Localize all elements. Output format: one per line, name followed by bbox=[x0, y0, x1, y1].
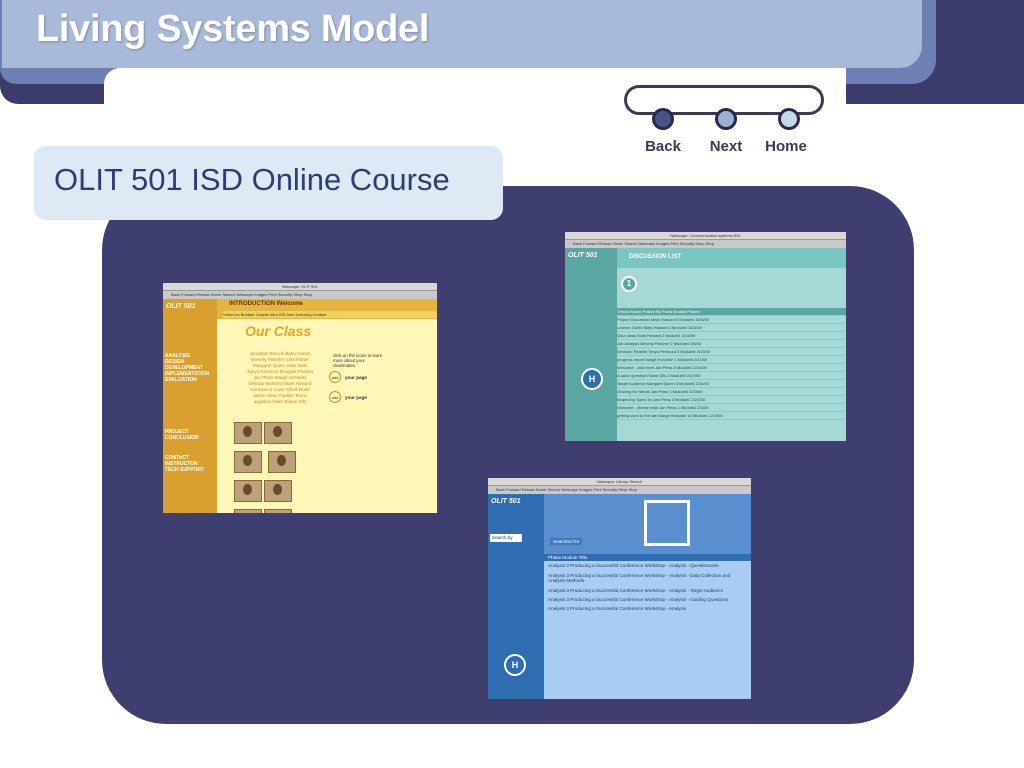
our-class-heading: Our Class bbox=[245, 323, 312, 339]
add-icon: add bbox=[329, 371, 341, 383]
table-row: Job Analysis Beverly Fletcher 2 Module4 … bbox=[617, 340, 846, 348]
table-row: Target Audience Margaret Quinn 5 Module5… bbox=[617, 380, 846, 388]
table-row: Project Discussion Mark Howard 5 Module4… bbox=[617, 316, 846, 324]
list-item: Analysis 3 Producing a Successful Confer… bbox=[548, 572, 731, 584]
home-button[interactable] bbox=[778, 108, 800, 130]
searched-for-label: Searched for bbox=[550, 538, 583, 545]
table-row: Welcome - please read Jan Pless 1 Module… bbox=[617, 404, 846, 412]
back-button[interactable] bbox=[652, 108, 674, 130]
click-note: click on the icons to learn more about y… bbox=[333, 353, 383, 368]
home-label[interactable]: Home bbox=[756, 138, 816, 155]
course-tabs: Video Ice Breaker Course Intro ISD Intro… bbox=[223, 311, 437, 318]
course-page-screenshot: Netscape: OLIT 501 Back Forward Reload H… bbox=[163, 283, 437, 513]
discussion-list-screenshot: Netscape: Communication systems 501 Back… bbox=[565, 232, 846, 441]
your-page-label-2: your page bbox=[345, 395, 367, 400]
help-icon: H bbox=[581, 368, 603, 390]
your-page-label: your page bbox=[345, 375, 367, 380]
course-header-text: INTRODUCTION Welcome bbox=[229, 301, 303, 307]
classmate-photos bbox=[233, 421, 321, 513]
table-row: Quiz Ideas Mark Howard 2 Module1 3/15/00 bbox=[617, 332, 846, 340]
window-title-bar: Netscape: Communication systems 501 bbox=[565, 232, 846, 240]
list-item: Analysis 3 Producing a Successful Confer… bbox=[548, 587, 723, 593]
library-search-screenshot: Netscape: Library Search Back Forward Re… bbox=[488, 478, 751, 699]
add-icon-2: add bbox=[329, 391, 341, 403]
menu-tech-support: TECH SUPPORT bbox=[165, 467, 205, 473]
table-row: A quick question Elaine Dils 2 Module5 2… bbox=[617, 372, 846, 380]
library-sidebar: OLIT 501 Search by H bbox=[488, 494, 544, 699]
list-item: Analysis 3 Producing a Successful Confer… bbox=[548, 606, 687, 612]
list-item: Analysis 3 Producing a Successful Confer… bbox=[548, 597, 728, 603]
window-title-bar: Netscape: OLIT 501 bbox=[163, 283, 437, 291]
step-one-icon: 1 bbox=[621, 276, 637, 292]
library-logo bbox=[644, 500, 690, 546]
discussion-banner: DISCUSSION LIST bbox=[617, 248, 846, 268]
results-header: Phase Module Title bbox=[544, 554, 751, 562]
help-icon: H bbox=[504, 654, 526, 676]
table-row: Decision Related Tanya Pendoza 3 Module4… bbox=[617, 348, 846, 356]
library-results: Phase Module Title Analysis 3 Producing a… bbox=[544, 554, 751, 699]
list-item: Analysis 3 Producing a Successful Confer… bbox=[548, 563, 719, 569]
next-label[interactable]: Next bbox=[696, 138, 756, 155]
discussion-heading: DISCUSSION LIST bbox=[629, 254, 682, 260]
table-row: Learner Guide Mark Howard 4 Module4 3/24… bbox=[617, 324, 846, 332]
back-label[interactable]: Back bbox=[633, 138, 693, 155]
discussion-table-header: Thread Name Posted By Posts Module Poste… bbox=[617, 308, 846, 316]
table-row: progress report Margit Horowitz 1 Module… bbox=[617, 356, 846, 364]
communication-sidebar: OLIT 501 H bbox=[565, 248, 617, 441]
olit-logo: OLIT 501 bbox=[166, 303, 196, 310]
olit-logo: OLIT 501 bbox=[568, 252, 598, 259]
search-by-label: Search by bbox=[490, 534, 522, 542]
next-button[interactable] bbox=[715, 108, 737, 130]
course-sidebar: OLIT 501 ANALYSIS DESIGN DEVELOPMENT IMP… bbox=[163, 299, 217, 513]
classmate-names: Jonathan Borcok Betty Harvin Beverly Flet… bbox=[246, 351, 314, 404]
slide-subtitle: OLIT 501 ISD Online Course bbox=[54, 162, 450, 197]
table-row: Grading for Needs Jan Pless 1 Module5 3/… bbox=[617, 388, 846, 396]
library-header: Searched for bbox=[544, 494, 751, 554]
table-row: getting used to the site Margit Horowitz… bbox=[617, 412, 846, 420]
table-row: Welcome - click here Jan Pless 5 Module1… bbox=[617, 364, 846, 372]
window-title-bar: Netscape: Library Search bbox=[488, 478, 751, 486]
olit-logo: OLIT 501 bbox=[491, 498, 521, 505]
menu-contact-instructor: CONTACT INSTRUCTOR bbox=[165, 455, 198, 467]
slide-title: Living Systems Model bbox=[36, 8, 430, 50]
table-row: Beginning Types for Jan Pless 3 Module2 … bbox=[617, 396, 846, 404]
discussion-table: Thread Name Posted By Posts Module Poste… bbox=[617, 308, 846, 420]
